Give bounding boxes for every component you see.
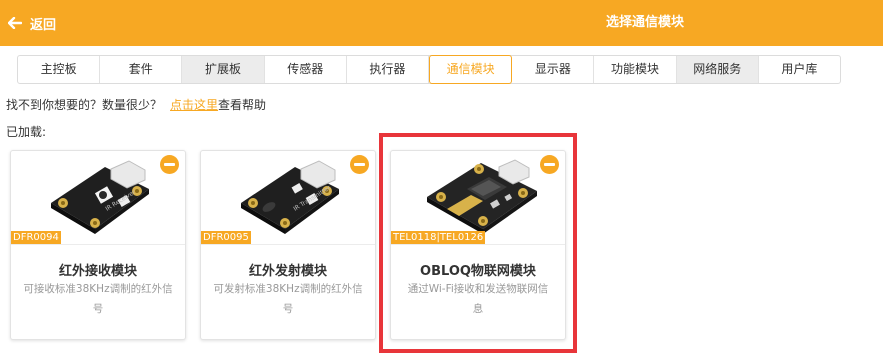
minus-circle-icon[interactable]: [160, 155, 179, 174]
divider: [11, 244, 185, 245]
ir-receiver-board-image: IR Receiver: [51, 160, 149, 234]
top-bar: 返回 选择通信模块: [0, 0, 883, 46]
tab-expansion-board[interactable]: 扩展板: [182, 56, 265, 83]
sku-tag: DFR0095: [201, 231, 251, 244]
back-button[interactable]: 返回: [8, 14, 57, 33]
highlight-box: [379, 133, 577, 353]
minus-circle-icon[interactable]: [350, 155, 369, 174]
tab-network-services[interactable]: 网络服务: [676, 56, 759, 83]
back-label: 返回: [30, 17, 57, 33]
help-suffix: 查看帮助: [218, 98, 267, 112]
help-link[interactable]: 点击这里: [170, 98, 218, 112]
module-card[interactable]: IR Receiver DFR0094 红外接收模块 可接收标准38KHz调制的…: [10, 150, 186, 340]
module-description: 可接收标准38KHz调制的红外信号: [23, 283, 173, 315]
sku-tag: DFR0094: [11, 231, 61, 244]
module-name: 红外接收模块: [58, 264, 137, 279]
module-name: 红外发射模块: [248, 264, 327, 279]
page-title: 选择通信模块: [606, 15, 685, 30]
loaded-label: 已加载:: [6, 125, 47, 139]
tab-user-library[interactable]: 用户库: [759, 56, 840, 83]
ir-transmitter-board-image: IR Transmitter: [241, 160, 339, 234]
tab-function-modules[interactable]: 功能模块: [594, 56, 677, 83]
module-description: 可发射标准38KHz调制的红外信号: [213, 283, 363, 315]
tab-main-board[interactable]: 主控板: [18, 56, 101, 83]
tab-sensors[interactable]: 传感器: [265, 56, 347, 83]
divider: [201, 244, 375, 245]
tab-communication-modules[interactable]: 通信模块: [429, 55, 513, 84]
help-line: 找不到你想要的？数量很少？ 点击这里查看帮助: [6, 96, 266, 113]
arrow-left-icon: [8, 17, 22, 29]
tab-kits[interactable]: 套件: [100, 56, 183, 83]
help-text: 找不到你想要的？数量很少？: [6, 98, 163, 112]
tab-displays[interactable]: 显示器: [512, 56, 595, 83]
tab-actuators[interactable]: 执行器: [347, 56, 430, 83]
category-tabs: 主控板 套件 扩展板 传感器 执行器 通信模块 显示器 功能模块 网络服务 用户…: [17, 55, 841, 84]
module-card[interactable]: IR Transmitter DFR0095 红外发射模块 可发射标准38KHz…: [200, 150, 376, 340]
